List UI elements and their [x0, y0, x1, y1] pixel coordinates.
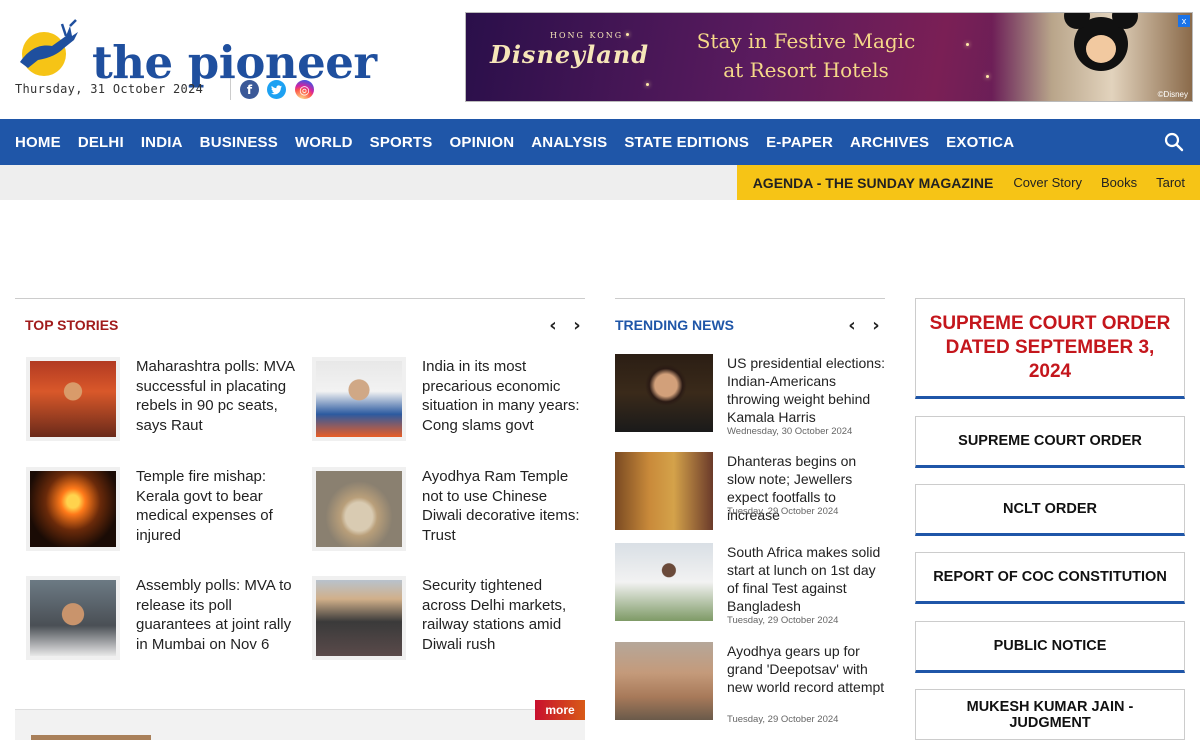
site-logo[interactable]: the pioneer [14, 18, 377, 85]
agenda-link-cover-story[interactable]: Cover Story [1013, 175, 1082, 190]
sparkle [986, 75, 989, 78]
logo-text: the pioneer [92, 36, 377, 89]
notice-label: REPORT OF COC CONSTITUTION [933, 569, 1167, 585]
main-nav: HOME DELHI INDIA BUSINESS WORLD SPORTS O… [0, 119, 1200, 165]
nav-e-paper[interactable]: E-PAPER [766, 134, 833, 151]
story-item[interactable]: Assembly polls: MVA to release its poll … [26, 576, 306, 674]
prev-arrow-icon[interactable]: ‹ [546, 317, 560, 335]
trending-thumbnail[interactable] [615, 543, 713, 621]
agenda-bar: AGENDA - THE SUNDAY MAGAZINE Cover Story… [736, 165, 1200, 200]
notice-label: PUBLIC NOTICE [993, 638, 1107, 654]
notice-item[interactable]: REPORT OF COC CONSTITUTION [915, 552, 1185, 604]
deer-logo-icon [20, 19, 78, 76]
ad-brand-small: HONG KONG [550, 31, 624, 40]
trending-headline[interactable]: Ayodhya gears up for grand 'Deepotsav' w… [727, 642, 887, 696]
story-item[interactable]: Security tightened across Delhi markets,… [312, 576, 592, 674]
search-icon[interactable] [1164, 132, 1184, 152]
story-item[interactable]: India in its most precarious economic si… [312, 357, 592, 455]
story-item[interactable]: Temple fire mishap: Kerala govt to bear … [26, 467, 306, 565]
nav-state-editions[interactable]: STATE EDITIONS [624, 134, 749, 151]
story-thumbnail[interactable] [312, 576, 406, 660]
nav-opinion[interactable]: OPINION [450, 134, 515, 151]
ad-brand: HONG KONG Disneyland [490, 31, 649, 69]
nav-delhi[interactable]: DELHI [78, 134, 124, 151]
social-divider [230, 78, 231, 100]
ad-line-1: Stay in Festive Magic [696, 29, 916, 53]
story-headline[interactable]: Ayodhya Ram Temple not to use Chinese Di… [422, 467, 582, 545]
twitter-bird-icon [271, 84, 282, 94]
ad-text: Stay in Festive Magic at Resort Hotels [666, 27, 946, 85]
trending-date: Tuesday, 29 October 2024 [727, 615, 839, 626]
notice-label: NCLT ORDER [1003, 501, 1097, 517]
advertisement-banner[interactable]: HONG KONG Disneyland Stay in Festive Mag… [465, 12, 1193, 102]
top-stories-arrows: ‹ › [546, 317, 584, 335]
trending-date: Tuesday, 29 October 2024 [727, 714, 839, 725]
ad-copyright: ©Disney [1157, 90, 1188, 99]
trending-news-title: TRENDING NEWS [615, 317, 734, 333]
nav-world[interactable]: WORLD [295, 134, 353, 151]
trending-headline[interactable]: South Africa makes solid start at lunch … [727, 543, 887, 615]
masthead: the pioneer Thursday, 31 October 2024 f … [0, 0, 1200, 119]
agenda-title[interactable]: AGENDA - THE SUNDAY MAGAZINE [753, 175, 994, 191]
sparkle [966, 43, 969, 46]
story-thumbnail[interactable] [26, 467, 120, 551]
notice-item[interactable]: PUBLIC NOTICE [915, 621, 1185, 673]
more-button[interactable]: more [535, 700, 585, 720]
nav-india[interactable]: INDIA [141, 134, 183, 151]
ad-line-2: at Resort Hotels [723, 58, 889, 82]
story-thumbnail[interactable] [312, 467, 406, 551]
nav-business[interactable]: BUSINESS [200, 134, 278, 151]
trending-thumbnail[interactable] [615, 452, 713, 530]
story-thumbnail[interactable] [26, 576, 120, 660]
notice-label: SUPREME COURT ORDER [958, 433, 1142, 449]
notice-item[interactable]: SUPREME COURT ORDER [915, 416, 1185, 468]
story-headline[interactable]: Security tightened across Delhi markets,… [422, 576, 582, 654]
twitter-icon[interactable] [267, 80, 286, 99]
prev-arrow-icon[interactable]: ‹ [845, 317, 859, 335]
facebook-icon[interactable]: f [240, 80, 259, 99]
notice-featured[interactable]: SUPREME COURT ORDER DATED SEPTEMBER 3, 2… [915, 298, 1185, 399]
instagram-icon[interactable]: ◎ [295, 80, 314, 99]
sub-bar: AGENDA - THE SUNDAY MAGAZINE Cover Story… [0, 165, 1200, 200]
story-item[interactable]: Maharashtra polls: MVA successful in pla… [26, 357, 306, 455]
next-arrow-icon[interactable]: › [570, 317, 584, 335]
story-headline[interactable]: India in its most precarious economic si… [422, 357, 582, 435]
ad-brand-name: Disneyland [490, 40, 650, 69]
agenda-link-books[interactable]: Books [1101, 175, 1137, 190]
next-arrow-icon[interactable]: › [869, 317, 883, 335]
story-headline[interactable]: Assembly polls: MVA to release its poll … [136, 576, 296, 654]
story-thumbnail[interactable] [26, 357, 120, 441]
trending-date: Wednesday, 30 October 2024 [727, 426, 853, 437]
story-headline[interactable]: Maharashtra polls: MVA successful in pla… [136, 357, 296, 435]
next-story-thumbnail[interactable] [31, 735, 151, 740]
notice-featured-label: SUPREME COURT ORDER DATED SEPTEMBER 3, 2… [929, 312, 1171, 382]
mickey-face [1086, 35, 1116, 63]
story-headline[interactable]: Temple fire mishap: Kerala govt to bear … [136, 467, 296, 545]
sparkle [646, 83, 649, 86]
top-stories-section: TOP STORIES ‹ › Maharashtra polls: MVA s… [15, 298, 585, 740]
mickey-icon [1064, 13, 1138, 71]
story-thumbnail[interactable] [312, 357, 406, 441]
trending-headline[interactable]: US presidential elections: Indian-Americ… [727, 354, 887, 426]
story-item[interactable]: Ayodhya Ram Temple not to use Chinese Di… [312, 467, 592, 565]
top-stories-title: TOP STORIES [25, 317, 119, 333]
nav-analysis[interactable]: ANALYSIS [531, 134, 607, 151]
trending-date: Tuesday, 29 October 2024 [727, 506, 839, 517]
nav-archives[interactable]: ARCHIVES [850, 134, 929, 151]
agenda-link-tarot[interactable]: Tarot [1156, 175, 1185, 190]
notice-item[interactable]: MUKESH KUMAR JAIN - JUDGMENT [915, 689, 1185, 740]
trending-news-section: TRENDING NEWS ‹ › US presidential electi… [615, 298, 885, 740]
notice-item[interactable]: NCLT ORDER [915, 484, 1185, 536]
header-date: Thursday, 31 October 2024 [15, 82, 204, 96]
trending-arrows: ‹ › [845, 317, 883, 335]
trending-thumbnail[interactable] [615, 354, 713, 432]
nav-sports[interactable]: SPORTS [370, 134, 433, 151]
trending-thumbnail[interactable] [615, 642, 713, 720]
nav-exotica[interactable]: EXOTICA [946, 134, 1014, 151]
nav-home[interactable]: HOME [15, 134, 61, 151]
notice-label: MUKESH KUMAR JAIN - JUDGMENT [966, 698, 1134, 731]
ad-close-icon[interactable]: x [1178, 15, 1190, 27]
